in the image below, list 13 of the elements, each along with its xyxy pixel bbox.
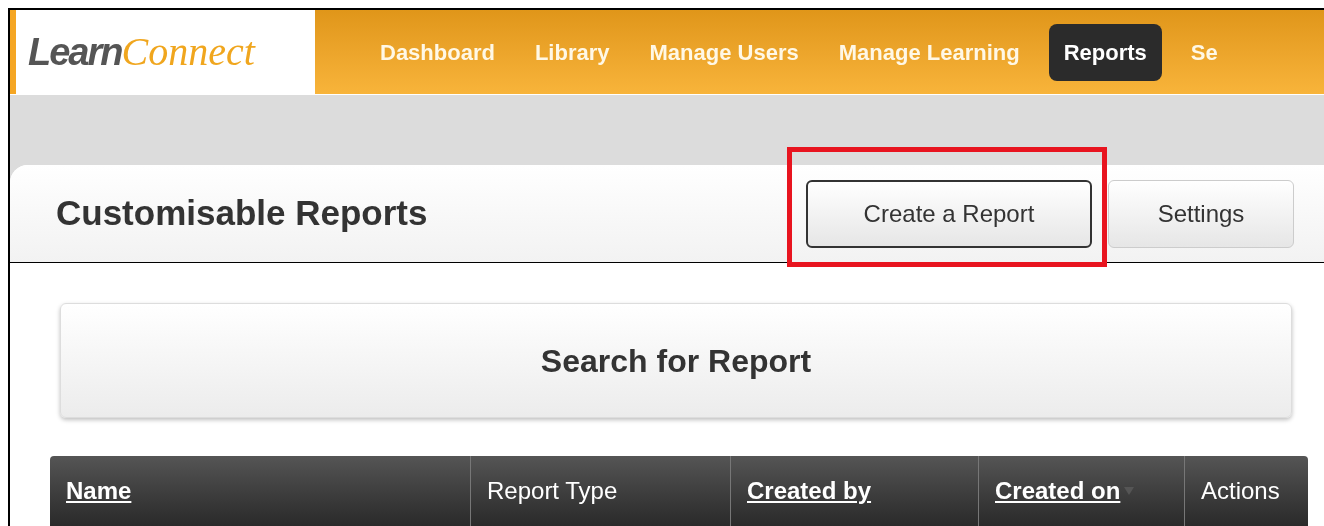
panel-title: Customisable Reports <box>56 192 428 235</box>
toolbar-button[interactable]: Settings <box>1108 179 1294 248</box>
logo-text: Learn <box>28 30 122 76</box>
column-label: Actions <box>1201 476 1280 506</box>
sort-arrow-icon[interactable] <box>1124 487 1135 495</box>
logo-script-text: Connect <box>121 28 257 77</box>
sort-link[interactable]: Created on <box>995 473 1121 509</box>
sort-link[interactable]: Created by <box>747 473 872 509</box>
search-title: Search for Report <box>540 341 812 381</box>
toolbar-button[interactable]: Create a Report <box>806 179 1092 248</box>
sort-link[interactable]: Name <box>66 473 132 509</box>
column-label: Report Type <box>487 476 618 506</box>
nav-tab[interactable]: Reports <box>1048 23 1162 81</box>
